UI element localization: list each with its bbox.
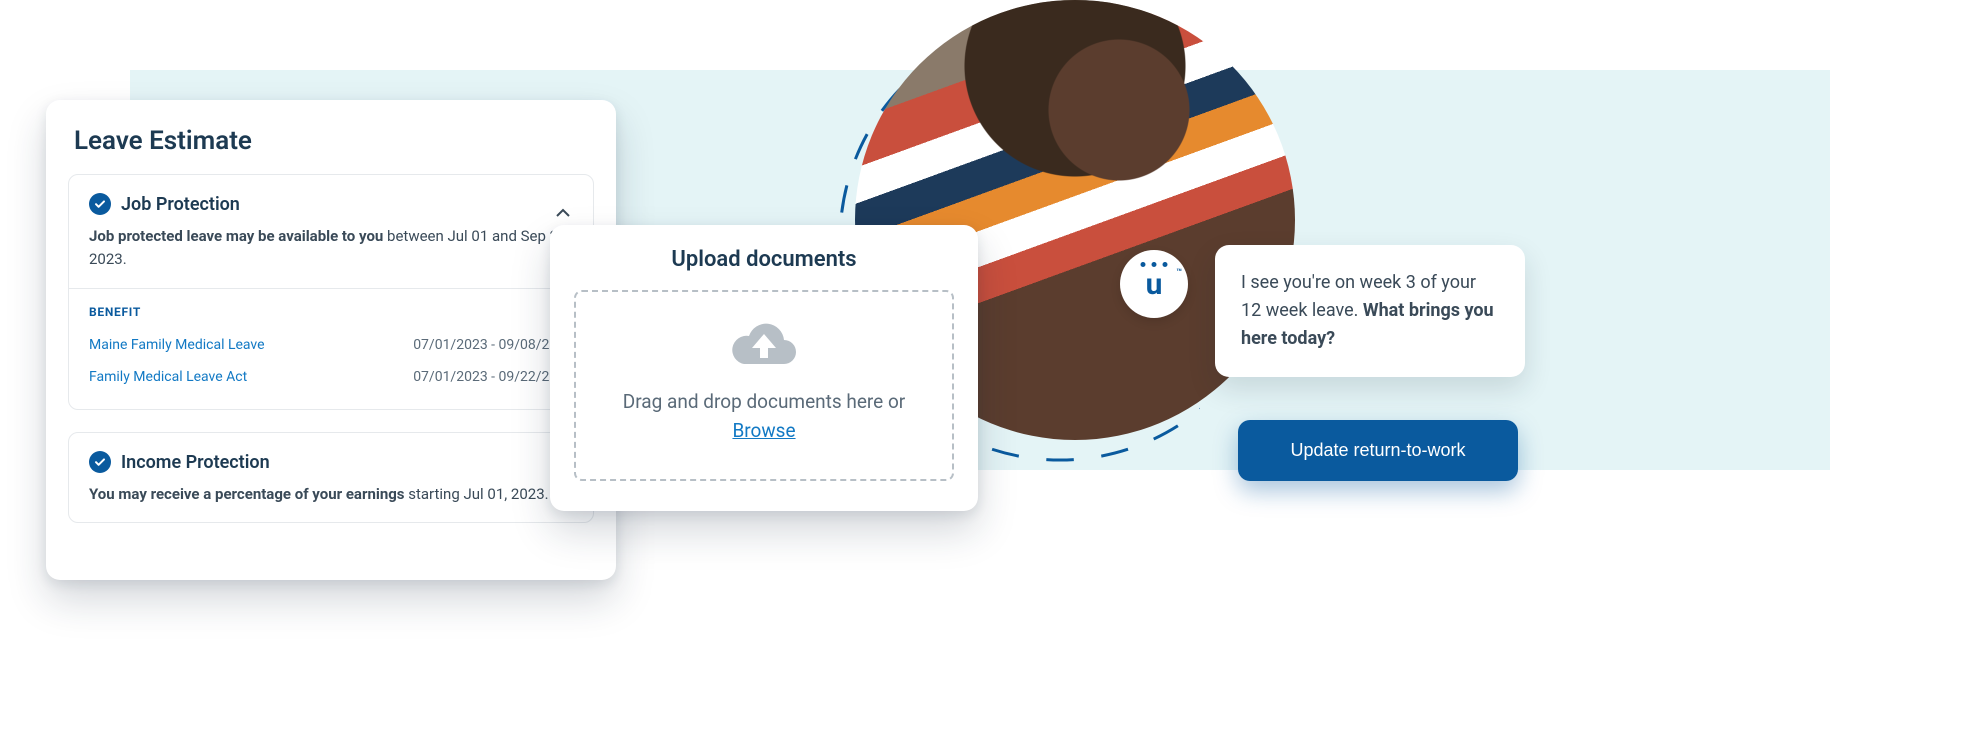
dropzone-text: Drag and drop documents here or Browse bbox=[596, 388, 932, 445]
benefit-link[interactable]: Family Medical Leave Act bbox=[89, 369, 247, 385]
leave-estimate-card: Leave Estimate Job Protection Job protec… bbox=[46, 100, 616, 580]
browse-link[interactable]: Browse bbox=[732, 419, 795, 442]
trademark: ™ bbox=[1176, 268, 1182, 278]
divider bbox=[69, 288, 593, 289]
upload-dropzone[interactable]: Drag and drop documents here or Browse bbox=[574, 290, 954, 481]
benefit-header: BENEFIT bbox=[89, 305, 573, 319]
upload-documents-card: Upload documents Drag and drop documents… bbox=[550, 225, 978, 511]
cloud-upload-icon bbox=[728, 318, 800, 370]
update-return-to-work-button[interactable]: Update return-to-work bbox=[1238, 420, 1518, 481]
benefit-row: Maine Family Medical Leave 07/01/2023 - … bbox=[89, 329, 573, 361]
assistant-message: I see you're on week 3 of your 12 week l… bbox=[1215, 245, 1525, 377]
job-protection-title: Job Protection bbox=[121, 194, 240, 215]
brand-badge: u ™ bbox=[1120, 250, 1188, 318]
leave-estimate-title: Leave Estimate bbox=[68, 126, 594, 156]
income-protection-description: You may receive a percentage of your ear… bbox=[89, 483, 573, 506]
brand-letter: u bbox=[1146, 267, 1163, 302]
chevron-up-icon bbox=[555, 208, 571, 218]
job-protection-section: Job Protection Job protected leave may b… bbox=[68, 174, 594, 410]
benefit-link[interactable]: Maine Family Medical Leave bbox=[89, 337, 265, 353]
benefit-row: Family Medical Leave Act 07/01/2023 - 09… bbox=[89, 361, 573, 393]
collapse-toggle[interactable] bbox=[551, 201, 575, 225]
check-circle-icon bbox=[89, 451, 111, 473]
check-circle-icon bbox=[89, 193, 111, 215]
job-protection-description: Job protected leave may be available to … bbox=[89, 225, 573, 270]
income-protection-section: Income Protection You may receive a perc… bbox=[68, 432, 594, 523]
upload-title: Upload documents bbox=[574, 247, 954, 272]
income-protection-title: Income Protection bbox=[121, 452, 270, 473]
